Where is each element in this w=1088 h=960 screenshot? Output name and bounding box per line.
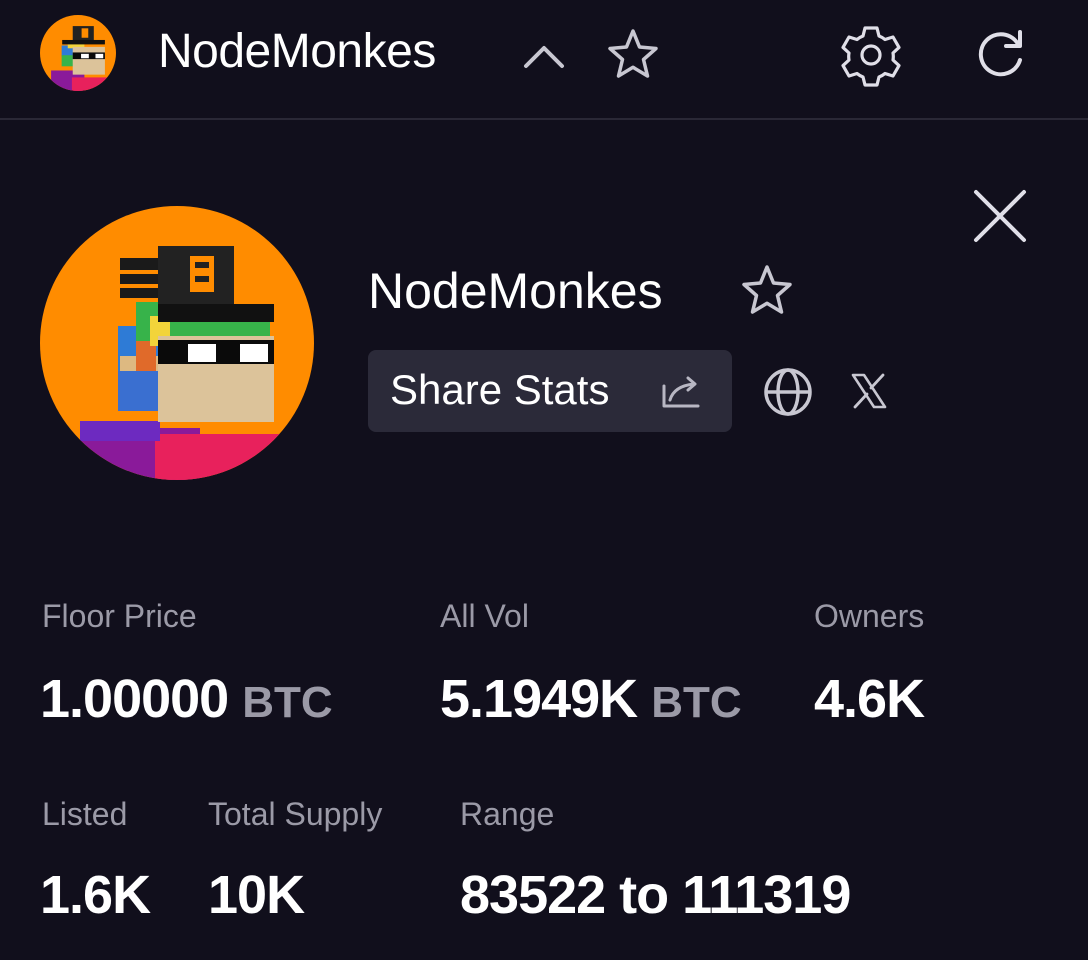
x-logo-icon[interactable] [848,370,890,412]
all-vol-number: 5.1949K [440,669,638,729]
total-supply-label: Total Supply [208,796,383,832]
collection-title: NodeMonkes [368,263,663,319]
all-vol-unit: BTC [651,678,742,727]
header-title: NodeMonkes [158,25,436,78]
globe-icon[interactable] [760,364,816,420]
refresh-icon[interactable] [970,26,1032,82]
monkey-avatar-image [40,15,116,91]
star-icon[interactable] [604,26,662,84]
floor-price-number: 1.00000 [40,669,229,729]
monkey-avatar-image [40,206,314,480]
close-icon[interactable] [970,186,1030,246]
collection-avatar [40,206,314,480]
share-stats-button[interactable]: Share Stats [368,350,732,432]
owners-label: Owners [814,598,925,634]
floor-price-unit: BTC [242,678,333,727]
floor-price-value: 1.00000 BTC [40,668,333,730]
range-value: 83522 to 111319 [460,865,851,925]
total-supply-value: 10K [208,865,305,925]
header-bar: NodeMonkes [0,0,1088,120]
floor-price-label: Floor Price [42,598,197,634]
share-icon [662,376,700,408]
star-icon[interactable] [736,262,798,320]
listed-value: 1.6K [40,865,151,925]
listed-label: Listed [42,796,128,832]
collection-stats-panel: NodeMonkes NodeMonkes Share Stats Floor … [0,0,1088,960]
gear-icon[interactable] [838,22,904,88]
all-vol-label: All Vol [440,598,529,634]
range-label: Range [460,796,555,832]
chevron-up-icon[interactable] [520,38,568,74]
all-vol-value: 5.1949K BTC [440,668,742,730]
collection-avatar-small[interactable] [40,15,116,91]
owners-value: 4.6K [814,669,925,729]
share-stats-label: Share Stats [390,366,610,413]
